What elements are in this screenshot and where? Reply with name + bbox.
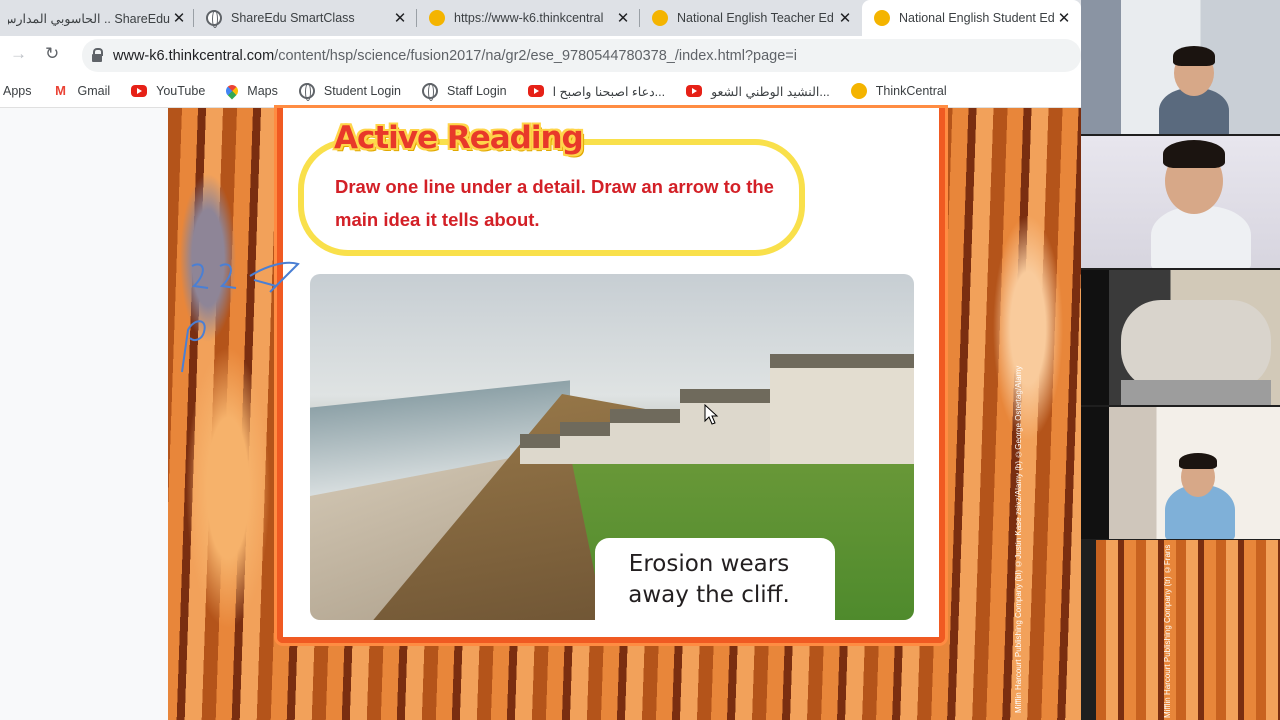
close-icon[interactable]: ✕ — [836, 9, 854, 27]
globe-icon — [422, 83, 439, 101]
bookmark-label: دعاء اصبحنا واصبح ا... — [552, 84, 666, 99]
participant-hair — [1173, 46, 1215, 66]
bookmark-maps[interactable]: Maps — [223, 82, 278, 100]
tab-title: National English Teacher Ed — [677, 11, 834, 25]
tab-strip: ShareEdu .. الحاسوبي المدارس ✕ ShareEdu … — [0, 0, 1081, 36]
browser-window: ShareEdu .. الحاسوبي المدارس ✕ ShareEdu … — [0, 0, 1081, 108]
bookmark-morning-prayer[interactable]: دعاء اصبحنا واصبح ا... — [527, 84, 666, 99]
house — [520, 434, 560, 464]
bookmark-apps[interactable]: Apps — [3, 84, 32, 98]
participant-hair — [1179, 453, 1217, 469]
active-reading-heading: Active Reading — [334, 120, 584, 156]
bookmark-gmail[interactable]: M Gmail — [53, 83, 111, 99]
participant-body — [1121, 300, 1271, 390]
tab-title: ShareEdu SmartClass — [231, 11, 355, 25]
reload-icon[interactable]: ↻ — [45, 44, 59, 64]
ebook-page: Active Reading Draw one line under a det… — [0, 108, 1081, 720]
tab-teacher-edition[interactable]: National English Teacher Ed ✕ — [640, 0, 862, 36]
bookmark-label: Student Login — [323, 84, 402, 98]
maps-icon — [223, 82, 241, 100]
house — [680, 389, 770, 464]
participant-hair — [1163, 140, 1225, 168]
bookmark-thinkcentral[interactable]: ThinkCentral — [850, 83, 947, 99]
page-margin — [0, 108, 168, 720]
thinkcentral-favicon-icon — [874, 10, 890, 26]
video-call-panel — [1081, 0, 1280, 720]
bookmark-label: Staff Login — [447, 84, 507, 98]
house — [560, 422, 610, 464]
bookmark-national-anthem[interactable]: النشيد الوطني الشعو... — [686, 84, 830, 99]
thinkcentral-favicon-icon — [652, 10, 668, 26]
tab-student-edition[interactable]: National English Student Ed ✕ — [862, 0, 1081, 36]
pen-annotation — [181, 261, 300, 373]
participant-video-tile[interactable] — [1081, 407, 1280, 539]
caption-line: away the cliff. — [628, 582, 790, 608]
house — [610, 409, 680, 464]
tab-thinkcentral[interactable]: https://www-k6.thinkcentral ✕ — [417, 0, 640, 36]
youtube-icon — [527, 85, 544, 97]
lock-icon[interactable] — [92, 47, 103, 62]
tab-title: National English Student Ed — [899, 11, 1055, 25]
bookmarks-bar: Apps M Gmail YouTube Maps Student Login … — [0, 75, 1081, 108]
bookmark-label: ThinkCentral — [875, 84, 947, 98]
bookmark-label: Maps — [247, 84, 278, 98]
url-path: /content/hsp/science/fusion2017/na/gr2/e… — [274, 47, 797, 64]
address-bar[interactable]: www-k6.thinkcentral.com/content/hsp/scie… — [82, 39, 1081, 72]
navigation-toolbar: → ↻ www-k6.thinkcentral.com/content/hsp/… — [0, 36, 1081, 75]
participant-video-tile[interactable] — [1081, 270, 1280, 405]
globe-icon — [206, 10, 222, 28]
book — [1121, 380, 1271, 405]
close-icon[interactable]: ✕ — [170, 9, 188, 27]
youtube-icon — [686, 85, 703, 97]
thinkcentral-favicon-icon — [850, 83, 867, 99]
canyon-background-image — [1096, 540, 1280, 720]
bookmark-label: Apps — [3, 84, 32, 98]
participant-video-tile[interactable] — [1081, 0, 1280, 134]
close-icon[interactable]: ✕ — [391, 9, 409, 27]
photo-caption: Erosion wears away the cliff. — [604, 549, 814, 611]
bookmark-label: YouTube — [156, 84, 206, 98]
bookmark-youtube[interactable]: YouTube — [131, 84, 205, 98]
youtube-icon — [131, 85, 148, 97]
house — [770, 354, 914, 464]
active-reading-instruction: Draw one line under a detail. Draw an ar… — [335, 176, 774, 230]
forward-arrow-icon[interactable]: → — [10, 44, 27, 64]
photo-credit: Mifflin Harcourt Publishing Company (tr)… — [1163, 544, 1172, 718]
gmail-icon: M — [55, 83, 66, 98]
bookmark-staff-login[interactable]: Staff Login — [422, 83, 507, 101]
url-host: www-k6.thinkcentral.com — [113, 47, 275, 64]
bookmark-student-login[interactable]: Student Login — [298, 83, 402, 101]
tab-title: ShareEdu .. الحاسوبي المدارس — [8, 11, 170, 26]
tab-title: https://www-k6.thinkcentral — [454, 11, 604, 25]
close-icon[interactable]: ✕ — [1055, 9, 1073, 27]
mouse-pointer-icon — [704, 404, 719, 425]
caption-line: Erosion wears — [628, 551, 790, 577]
photo-credit: Mifflin Harcourt Publishing Company (bl)… — [1014, 365, 1023, 713]
tab-shareedu[interactable]: ShareEdu .. الحاسوبي المدارس ✕ — [0, 0, 194, 36]
tab-shareedu-smartclass[interactable]: ShareEdu SmartClass ✕ — [194, 0, 417, 36]
participant-video-tile[interactable] — [1081, 136, 1280, 268]
thinkcentral-favicon-icon — [429, 10, 445, 26]
close-icon[interactable]: ✕ — [614, 9, 632, 27]
bookmark-label: النشيد الوطني الشعو... — [711, 84, 830, 99]
bookmark-label: Gmail — [77, 84, 111, 98]
globe-icon — [298, 83, 315, 101]
participant-body — [1151, 206, 1251, 268]
url-text[interactable]: www-k6.thinkcentral.com/content/hsp/scie… — [113, 48, 797, 64]
